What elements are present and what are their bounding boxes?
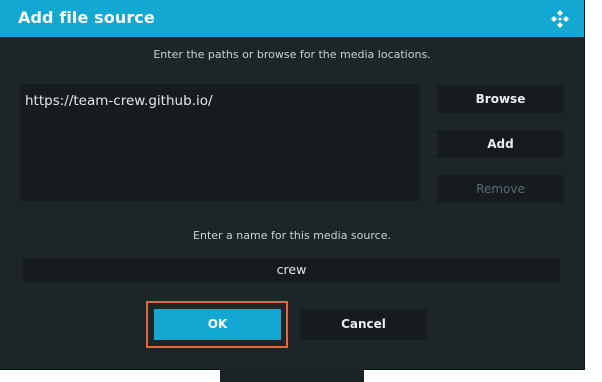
ok-button[interactable]: OK: [154, 309, 281, 340]
browse-button[interactable]: Browse: [437, 85, 564, 113]
add-file-source-dialog: Add file source Enter the paths or brows…: [0, 0, 584, 369]
dialog-title: Add file source: [18, 8, 155, 27]
paths-instruction: Enter the paths or browse for the media …: [153, 48, 431, 61]
add-button[interactable]: Add: [437, 130, 564, 158]
paths-list[interactable]: https://team-crew.github.io/: [20, 84, 420, 201]
cancel-button[interactable]: Cancel: [300, 309, 427, 340]
background-strip: [220, 369, 364, 382]
path-list-item[interactable]: https://team-crew.github.io/: [25, 93, 213, 109]
kodi-logo-icon: [551, 10, 569, 28]
remove-button[interactable]: Remove: [437, 175, 564, 203]
dialog-titlebar: Add file source: [0, 0, 584, 37]
name-instruction: Enter a name for this media source.: [193, 229, 391, 242]
source-name-field[interactable]: crew: [23, 258, 560, 282]
